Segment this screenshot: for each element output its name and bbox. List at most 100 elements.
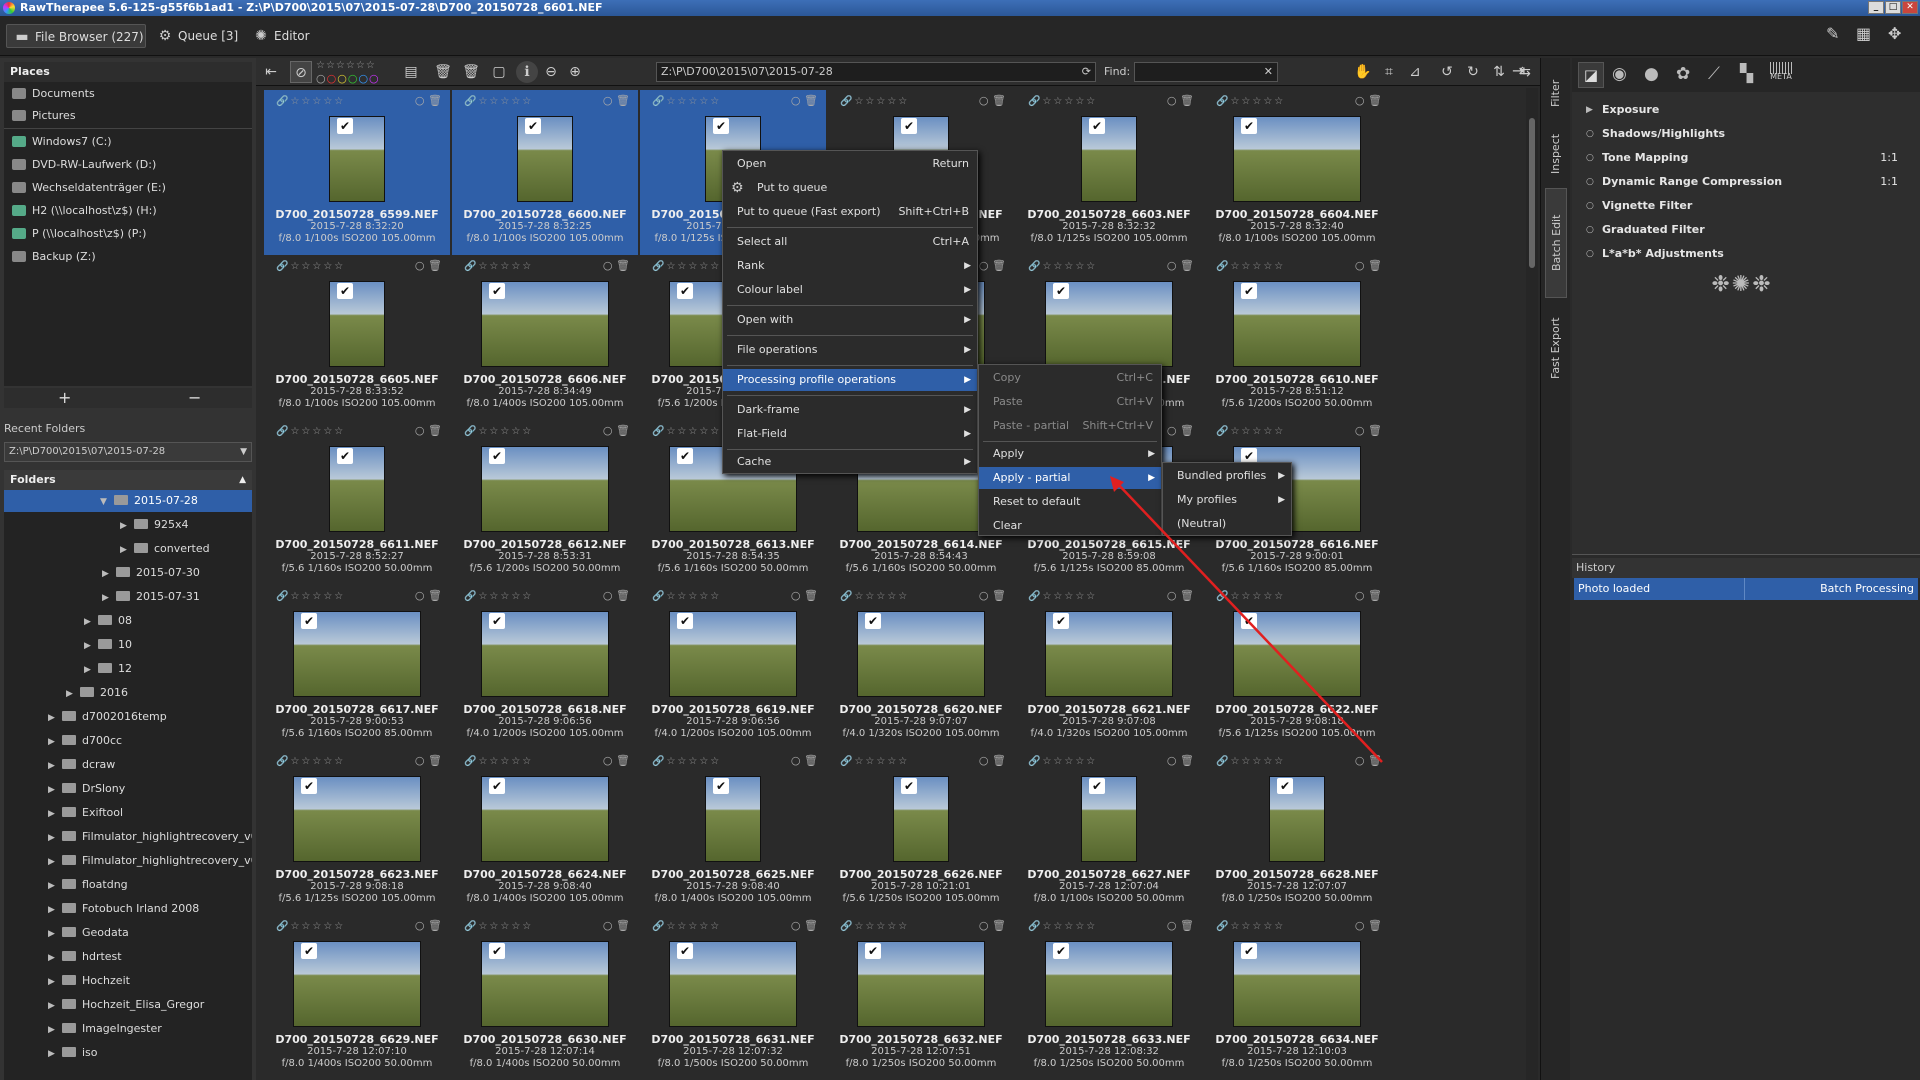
zoom-in-icon[interactable]: ⊕ xyxy=(564,61,586,83)
profile-icon[interactable]: 🔗☆☆☆☆☆ xyxy=(652,261,721,272)
folder-hochzeit-elisa[interactable]: ▶ Hochzeit_Elisa_Gregor xyxy=(48,994,204,1016)
trash-icon[interactable]: 🗑 xyxy=(804,754,818,767)
profile-icon[interactable]: 🔗☆☆☆☆☆ xyxy=(840,591,909,602)
profile-icon[interactable]: 🔗☆☆☆☆☆ xyxy=(464,261,533,272)
thumbnail-cell[interactable]: 🔗☆☆☆☆☆ ○ 🗑 ✔ D700_20150728_6603.NEF 2015-7-2… xyxy=(1016,90,1202,255)
profile-icon[interactable]: 🔗☆☆☆☆☆ xyxy=(276,756,345,767)
recent-folders-select[interactable]: Z:\P\D700\2015\07\2015-07-28 ▼ xyxy=(4,442,252,462)
profile-icon[interactable]: 🔗☆☆☆☆☆ xyxy=(1028,756,1097,767)
thumbnail-cell[interactable]: 🔗☆☆☆☆☆ ○ 🗑 ✔ D700_20150728_6605.NEF 2015-7-2… xyxy=(264,255,450,420)
folder-fotobuch[interactable]: ▶ Fotobuch Irland 2008 xyxy=(48,898,199,920)
vtab-fast-export[interactable]: Fast Export xyxy=(1545,308,1567,388)
thumbnail-cell[interactable]: 🔗☆☆☆☆☆ ○ 🗑 ✔ D700_20150728_6624.NEF 2015-7-2… xyxy=(452,750,638,915)
place-pictures[interactable]: Pictures xyxy=(12,106,252,126)
colour-label-icon[interactable]: ○ xyxy=(603,424,613,437)
trash-icon[interactable]: 🗑 xyxy=(992,919,1006,932)
transform-tab-icon[interactable]: ⟋ xyxy=(1708,64,1720,84)
profile-icon[interactable]: 🔗☆☆☆☆☆ xyxy=(1028,261,1097,272)
colour-label-icon[interactable]: ○ xyxy=(979,259,989,272)
trash-icon[interactable]: 🗑 xyxy=(804,94,818,107)
colour-label-icon[interactable]: ○ xyxy=(979,754,989,767)
vtab-filter[interactable]: Filter xyxy=(1545,68,1567,118)
place-drive-h[interactable]: H2 (\\localhost\z$) (H:) xyxy=(12,201,252,221)
colour-label-icon[interactable]: ○ xyxy=(1355,424,1365,437)
trash-icon[interactable]: 🗑 xyxy=(616,259,630,272)
thumbnail-cell[interactable]: 🔗☆☆☆☆☆ ○ 🗑 ✔ D700_20150728_6632.NEF 2015-7-2… xyxy=(828,915,1014,1080)
thumbnail-cell[interactable]: 🔗☆☆☆☆☆ ○ 🗑 ✔ D700_20150728_6623.NEF 2015-7-2… xyxy=(264,750,450,915)
folder-08[interactable]: ▶ 08 xyxy=(84,610,132,632)
trash-icon[interactable]: 🗑 xyxy=(804,589,818,602)
profile-icon[interactable]: 🔗☆☆☆☆☆ xyxy=(276,96,345,107)
profile-icon[interactable]: 🔗☆☆☆☆☆ xyxy=(276,921,345,932)
colour-label-icon[interactable]: ○ xyxy=(979,94,989,107)
trash-icon[interactable]: 🗑 xyxy=(616,424,630,437)
thumbnail-cell[interactable]: 🔗☆☆☆☆☆ ○ 🗑 ✔ D700_20150728_6630.NEF 2015-7-2… xyxy=(452,915,638,1080)
trash-icon[interactable]: 🗑 xyxy=(616,754,630,767)
menu-copy[interactable]: Copy Ctrl+C xyxy=(979,367,1161,389)
place-drive-d[interactable]: DVD-RW-Laufwerk (D:) xyxy=(12,155,252,175)
trash-icon[interactable]: 🗑 xyxy=(1180,94,1194,107)
scrollbar-thumb[interactable] xyxy=(1529,118,1535,268)
place-drive-z[interactable]: Backup (Z:) xyxy=(12,247,252,267)
menu-cache[interactable]: Cache ▶ xyxy=(723,451,977,473)
trash-icon[interactable]: 🗑 xyxy=(1368,424,1382,437)
place-drive-e[interactable]: Wechseldatenträger (E:) xyxy=(12,178,252,198)
trash-icon[interactable]: 🗑 xyxy=(428,94,442,107)
refresh-icon[interactable]: ⟳ xyxy=(1082,63,1091,81)
find-input[interactable]: ✕ xyxy=(1134,62,1278,82)
trash-show-icon[interactable]: 🗑 xyxy=(460,61,482,83)
colour-label-icon[interactable]: ○ xyxy=(979,919,989,932)
colour-label-icon[interactable]: ○ xyxy=(603,259,613,272)
trash-icon[interactable]: 🗑 xyxy=(1180,919,1194,932)
zoom-out-icon[interactable]: ⊖ xyxy=(540,61,562,83)
trash-icon[interactable]: 🗑 xyxy=(428,424,442,437)
thumbnail-cell[interactable]: 🔗☆☆☆☆☆ ○ 🗑 ✔ D700_20150728_6599.NEF 2015-7-2… xyxy=(264,90,450,255)
colour-label-icon[interactable]: ○ xyxy=(415,94,425,107)
profile-icon[interactable]: 🔗☆☆☆☆☆ xyxy=(464,591,533,602)
menu-dark-frame[interactable]: Dark-frame ▶ xyxy=(723,399,977,421)
thumbnail-cell[interactable]: 🔗☆☆☆☆☆ ○ 🗑 ✔ D700_20150728_6620.NEF 2015-7-2… xyxy=(828,585,1014,750)
menu-flat-field[interactable]: Flat-Field ▶ xyxy=(723,423,977,445)
thumbnail-cell[interactable]: 🔗☆☆☆☆☆ ○ 🗑 ✔ D700_20150728_6619.NEF 2015-7-2… xyxy=(640,585,826,750)
tool-vignette-filter[interactable]: ○ Vignette Filter xyxy=(1586,196,1916,216)
thumbnail-cell[interactable]: 🔗☆☆☆☆☆ ○ 🗑 ✔ D700_20150728_6618.NEF 2015-7-2… xyxy=(452,585,638,750)
flip-vertical-icon[interactable]: ⇅ xyxy=(1488,61,1510,83)
folder-d700cc[interactable]: ▶ d700cc xyxy=(48,730,122,752)
colour-label-icon[interactable]: ○ xyxy=(415,589,425,602)
menu-colour-label[interactable]: Colour label ▶ xyxy=(723,279,977,301)
trash-icon[interactable]: 🗑 xyxy=(428,589,442,602)
exposure-tab-icon[interactable]: ◪ xyxy=(1578,62,1604,88)
vtab-inspect[interactable]: Inspect xyxy=(1545,124,1567,184)
raw-tab-icon[interactable]: ▚ xyxy=(1740,64,1753,84)
tool-tone-mapping[interactable]: ○ Tone Mapping 1:1 xyxy=(1586,148,1916,168)
folder-hdrtest[interactable]: ▶ hdrtest xyxy=(48,946,122,968)
star-filter[interactable]: ☆☆☆☆☆☆ xyxy=(316,60,376,71)
thumbnail-cell[interactable]: 🔗☆☆☆☆☆ ○ 🗑 ✔ D700_20150728_6606.NEF 2015-7-2… xyxy=(452,255,638,420)
tool-shadows-highlights[interactable]: ○ Shadows/Highlights xyxy=(1586,124,1916,144)
colour-label-icon[interactable]: ○ xyxy=(603,589,613,602)
colour-label-icon[interactable]: ○ xyxy=(791,94,801,107)
trash-icon[interactable]: 🗑 xyxy=(432,61,454,83)
advanced-tab-icon[interactable]: ✿ xyxy=(1676,64,1690,84)
profile-icon[interactable]: 🔗☆☆☆☆☆ xyxy=(840,96,909,107)
tool-lab-adjustments[interactable]: ○ L*a*b* Adjustments xyxy=(1586,244,1916,264)
hand-icon[interactable]: ✋ xyxy=(1352,61,1374,83)
menu-file-operations[interactable]: File operations ▶ xyxy=(723,339,977,361)
thumbnail-cell[interactable]: 🔗☆☆☆☆☆ ○ 🗑 ✔ D700_20150728_6611.NEF 2015-7-2… xyxy=(264,420,450,585)
profile-icon[interactable]: 🔗☆☆☆☆☆ xyxy=(464,756,533,767)
edited-filter-icon[interactable]: ▤ xyxy=(400,61,422,83)
maximize-icon[interactable]: □ xyxy=(1885,1,1901,14)
tab-queue[interactable]: ⚙ Queue [3] xyxy=(150,24,242,48)
menu-rank[interactable]: Rank ▶ xyxy=(723,255,977,277)
trash-icon[interactable]: 🗑 xyxy=(428,754,442,767)
original-icon[interactable]: ▢ xyxy=(488,61,510,83)
folder-exiftool[interactable]: ▶ Exiftool xyxy=(48,802,123,824)
profile-icon[interactable]: 🔗☆☆☆☆☆ xyxy=(1028,96,1097,107)
fullscreen-icon[interactable]: ✥ xyxy=(1888,24,1901,43)
place-drive-c[interactable]: Windows7 (C:) xyxy=(12,132,252,152)
profile-icon[interactable]: 🔗☆☆☆☆☆ xyxy=(652,591,721,602)
history-item[interactable]: Photo loaded Batch Processing xyxy=(1574,578,1918,600)
menu-open[interactable]: Open Return xyxy=(723,153,977,175)
profile-icon[interactable]: 🔗☆☆☆☆☆ xyxy=(276,426,345,437)
profile-icon[interactable]: 🔗☆☆☆☆☆ xyxy=(1216,426,1285,437)
